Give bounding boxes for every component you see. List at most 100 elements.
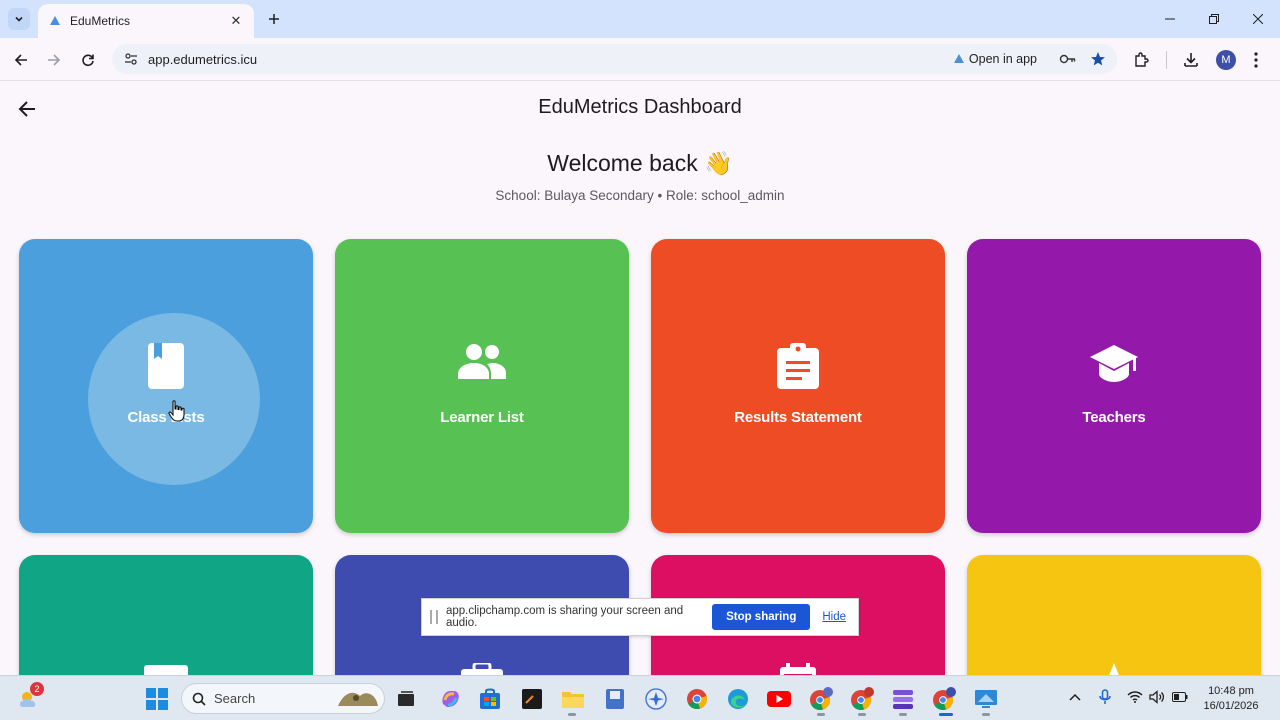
book-icon [19, 343, 313, 389]
group-icon [335, 343, 629, 379]
app-header: EduMetrics Dashboard [0, 82, 1280, 134]
tile-teachers[interactable]: Teachers [967, 239, 1261, 533]
microphone-icon[interactable] [1097, 689, 1113, 705]
running-indicator [817, 713, 825, 716]
new-tab-button[interactable] [264, 9, 284, 29]
toolbar-divider [1166, 51, 1167, 69]
arrow-right-icon [48, 54, 61, 66]
taskbar-search-box[interactable]: Search [181, 683, 385, 714]
more-vert-icon [1254, 52, 1258, 68]
hand-cursor-icon [168, 400, 186, 427]
puzzle-icon [1135, 52, 1149, 67]
tile-label: Class Lists [127, 409, 205, 426]
tab-title: EduMetrics [70, 14, 131, 28]
battery-icon[interactable] [1172, 689, 1188, 705]
search-placeholder: Search [214, 691, 256, 706]
windows-start-icon[interactable] [144, 686, 170, 712]
notes-app-icon[interactable] [602, 686, 628, 712]
tab-close-icon[interactable]: ✕ [228, 13, 244, 29]
hide-sharing-bar-link[interactable]: Hide [822, 611, 846, 623]
forward-nav-button[interactable] [42, 48, 66, 72]
tile-press-ripple [88, 313, 260, 485]
profile-avatar[interactable]: M [1216, 50, 1236, 70]
running-indicator [858, 713, 866, 716]
school-role-subtitle: School: Bulaya Secondary • Role: school_… [495, 188, 785, 203]
chrome-profile-v-icon[interactable] [808, 686, 834, 712]
restore-button[interactable] [1192, 0, 1236, 38]
download-icon [1184, 53, 1198, 67]
search-highlight-icon [338, 692, 378, 706]
edumetrics-app-icon [953, 54, 964, 63]
chrome-profile-m-active-icon[interactable] [931, 686, 957, 712]
terminal-app-icon[interactable] [519, 686, 545, 712]
open-in-app-button[interactable]: Open in app [953, 52, 1037, 66]
close-icon [1253, 14, 1263, 24]
bookmark-star-icon[interactable] [1087, 48, 1109, 70]
windows-taskbar: Search [0, 675, 1280, 720]
chrome-icon[interactable] [684, 686, 710, 712]
plus-icon [269, 14, 279, 24]
tile-learner-list[interactable]: Learner List [335, 239, 629, 533]
back-nav-button[interactable] [9, 48, 33, 72]
clipchamp-icon[interactable] [890, 686, 916, 712]
tile-label: Results Statement [734, 409, 862, 426]
minimize-icon [1165, 18, 1175, 20]
microsoft-store-icon[interactable] [477, 686, 503, 712]
stop-sharing-button[interactable]: Stop sharing [712, 604, 811, 630]
url-text[interactable]: app.edumetrics.icu [148, 52, 953, 67]
sharing-message: app.clipchamp.com is sharing your screen… [446, 605, 684, 629]
tile-class-lists[interactable]: Class Lists [19, 239, 313, 533]
chrome-profile-s-icon[interactable] [849, 686, 875, 712]
welcome-heading: Welcome back 👋 [547, 150, 733, 176]
password-key-icon[interactable] [1057, 48, 1079, 70]
tile-8[interactable] [967, 555, 1261, 695]
volume-icon[interactable] [1149, 689, 1165, 705]
clock-date: 16/01/2026 [1203, 700, 1259, 712]
app-launcher-icon[interactable] [643, 686, 669, 712]
browser-toolbar: app.edumetrics.icu Open in app [0, 38, 1280, 81]
browser-tab-bar: EduMetrics ✕ [0, 0, 1280, 38]
weather-notification-badge: 2 [30, 682, 44, 696]
task-view-icon[interactable] [393, 686, 419, 712]
remote-desktop-icon[interactable] [973, 686, 999, 712]
clipboard-icon [651, 343, 945, 389]
open-in-app-label: Open in app [968, 52, 1037, 66]
tab-search-button[interactable] [8, 8, 30, 30]
graduation-cap-icon [967, 343, 1261, 383]
youtube-icon[interactable] [766, 686, 792, 712]
restore-icon [1209, 14, 1219, 24]
clock-time: 10:48 pm [1208, 685, 1254, 697]
running-indicator [568, 713, 576, 716]
minimize-button[interactable] [1148, 0, 1192, 38]
tile-results-statement[interactable]: Results Statement [651, 239, 945, 533]
tile-label: Learner List [440, 409, 524, 426]
copilot-icon[interactable] [437, 686, 463, 712]
downloads-button[interactable] [1179, 48, 1203, 72]
wifi-icon[interactable] [1127, 689, 1143, 705]
running-indicator [982, 713, 990, 716]
edumetrics-favicon-icon [48, 14, 62, 28]
extensions-button[interactable] [1129, 48, 1153, 72]
window-controls [1148, 0, 1280, 38]
file-explorer-icon[interactable] [560, 686, 586, 712]
tile-label: Teachers [1082, 409, 1146, 426]
reload-icon [82, 54, 94, 67]
search-icon [192, 692, 206, 706]
drag-handle-icon[interactable] [430, 610, 438, 624]
taskbar-clock[interactable]: 10:48 pm 16/01/2026 [1196, 684, 1266, 714]
browser-menu-button[interactable] [1244, 48, 1268, 72]
close-window-button[interactable] [1236, 0, 1280, 38]
address-bar[interactable]: app.edumetrics.icu Open in app [112, 44, 1117, 74]
active-app-indicator [939, 713, 953, 716]
running-indicator [899, 713, 907, 716]
chevron-down-icon [15, 16, 23, 22]
arrow-left-icon [14, 54, 27, 66]
show-hidden-icons-chevron-icon[interactable] [1067, 689, 1083, 705]
browser-tab-edumetrics[interactable]: EduMetrics ✕ [38, 4, 254, 38]
reload-button[interactable] [76, 48, 100, 72]
screen-sharing-bar: app.clipchamp.com is sharing your screen… [421, 598, 859, 636]
edge-icon[interactable] [725, 686, 751, 712]
site-settings-icon[interactable] [122, 50, 140, 68]
page-title: EduMetrics Dashboard [538, 96, 742, 118]
tile-5[interactable] [19, 555, 313, 695]
